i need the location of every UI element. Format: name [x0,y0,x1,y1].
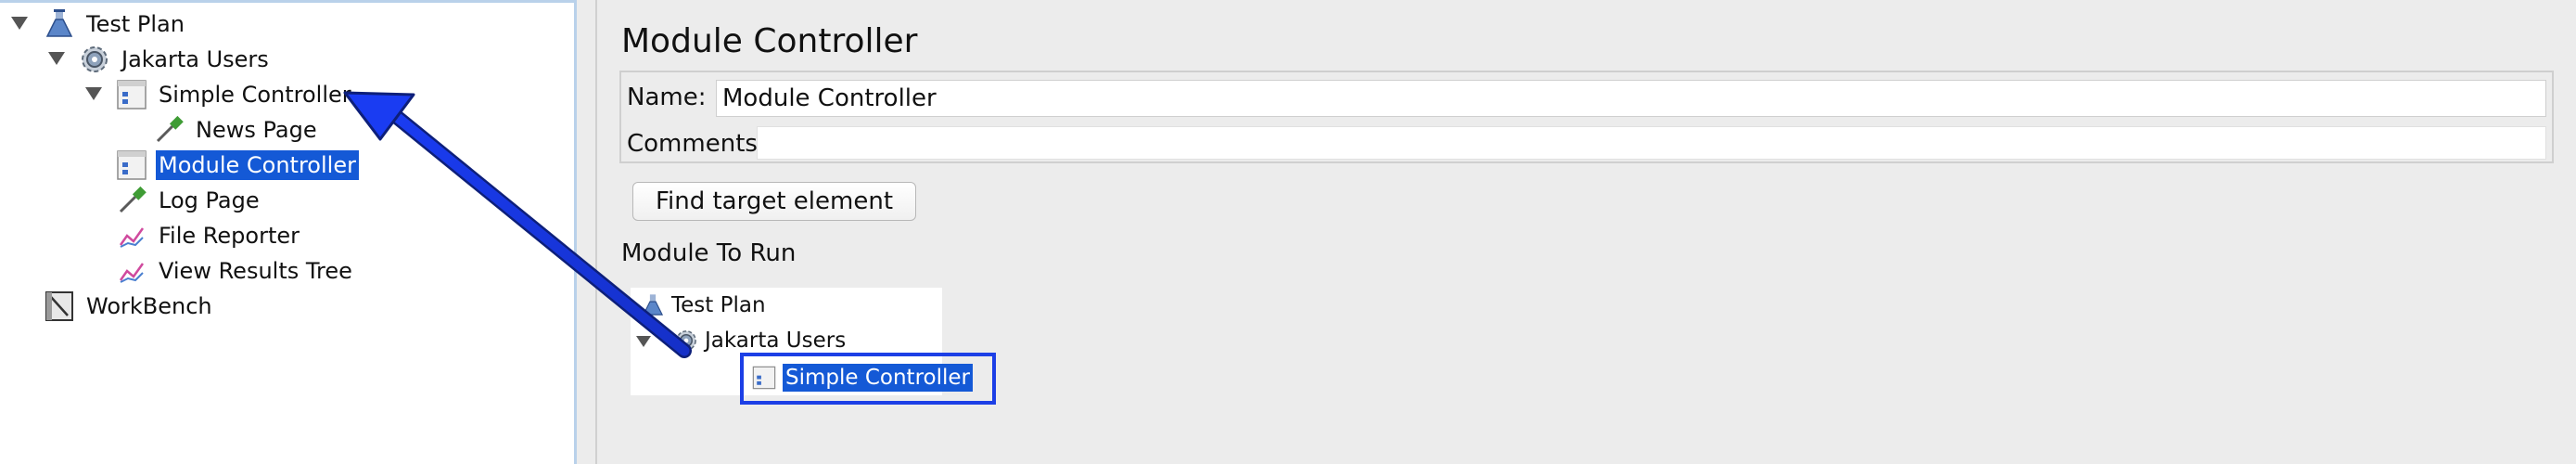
tree-node-label-selected: Module Controller [156,150,359,180]
tree-node-workbench[interactable]: WorkBench [43,289,215,324]
test-plan-tree: Test Plan Jakarta Users Simple Controlle… [0,0,577,464]
comments-field[interactable] [757,126,2546,160]
tree-node-news-page[interactable]: News Page [152,112,320,148]
tree-node-label: News Page [196,117,317,143]
module-tree-node-jakarta-users[interactable]: Jakarta Users [673,325,846,356]
collapse-toggle-icon[interactable] [48,52,65,65]
tree-node-jakarta-users[interactable]: Jakarta Users [78,42,272,77]
tree-node-view-results-tree[interactable]: View Results Tree [115,253,355,289]
gear-icon [676,330,696,351]
tree-node-file-reporter[interactable]: File Reporter [115,218,302,253]
tree-node-label: Jakarta Users [121,46,269,72]
collapse-toggle-icon[interactable] [85,87,102,100]
flask-icon [45,9,73,37]
tree-node-label: Simple Controller [159,82,351,108]
tree-node-label: WorkBench [86,293,212,319]
page-title: Module Controller [621,22,918,60]
collapse-toggle-icon[interactable] [636,336,651,347]
tree-node-test-plan[interactable]: Test Plan [43,6,187,42]
tree-node-module-controller[interactable]: Module Controller [115,148,359,183]
name-comments-group: Name: Comments: [619,71,2554,163]
controller-icon [117,150,147,180]
module-to-run-tree: Test Plan Jakarta Users Simple Controlle… [631,288,996,405]
tree-node-label: Log Page [159,187,260,213]
module-tree-node-test-plan[interactable]: Test Plan [640,290,766,321]
tree-node-label: Test Plan [86,11,185,37]
chart-icon [119,223,145,249]
flask-icon [642,294,664,316]
pipette-icon [119,186,147,213]
module-tree-node-simple-controller[interactable]: Simple Controller [751,362,973,393]
workbench-icon [45,291,73,321]
module-tree-label: Test Plan [671,293,766,317]
collapse-toggle-icon[interactable] [11,17,28,30]
tree-node-simple-controller[interactable]: Simple Controller [115,77,354,112]
pipette-icon [156,115,184,143]
name-label: Name: [627,84,707,111]
find-target-element-button[interactable]: Find target element [632,182,916,221]
module-controller-panel: Module Controller Name: Comments: Find t… [595,0,2576,464]
tree-node-label: File Reporter [159,223,300,249]
module-tree-label: Jakarta Users [705,329,847,353]
controller-icon [117,80,147,110]
tree-node-log-page[interactable]: Log Page [115,183,262,218]
name-field[interactable] [716,80,2546,117]
gear-icon [82,46,108,72]
comments-label: Comments: [627,130,766,158]
module-to-run-label: Module To Run [621,239,797,267]
tree-node-label: View Results Tree [159,258,352,284]
chart-icon [119,258,145,284]
module-tree-label-selected: Simple Controller [783,364,973,392]
controller-icon [752,366,776,390]
